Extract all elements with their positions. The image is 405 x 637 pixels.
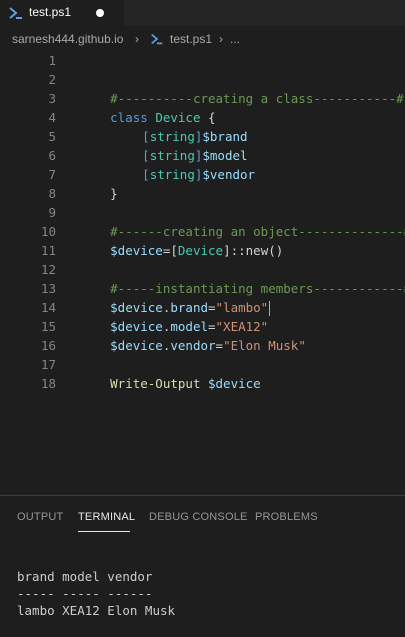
tab-bar: test.ps1 (0, 0, 405, 26)
active-tab-underline (78, 531, 130, 532)
code-line-9: #------creating an object--------------# (110, 224, 405, 239)
line-number: 9 (48, 205, 56, 220)
line-number: 1 (48, 53, 56, 68)
code-line-17: Write-Output $device (110, 376, 261, 391)
breadcrumb-file[interactable]: test.ps1 (170, 32, 212, 46)
line-number: 2 (48, 72, 56, 87)
line-number: 11 (40, 243, 56, 258)
line-number: 6 (48, 148, 56, 163)
code-line-6: [string]$vendor (142, 167, 256, 182)
code-line-2: #----------creating a class-----------# (110, 91, 404, 106)
line-number: 5 (48, 129, 56, 144)
tab-terminal[interactable]: TERMINAL (78, 511, 135, 523)
editor-tab-test-ps1[interactable]: test.ps1 (0, 0, 124, 26)
line-number: 14 (40, 300, 56, 315)
code-line-7: } (110, 186, 118, 201)
unsaved-dot-icon[interactable] (96, 9, 104, 17)
line-number: 15 (40, 319, 56, 334)
code-line-14: $device.model="XEA12" (110, 319, 269, 334)
terminal-line: ----- ----- ------ (17, 586, 153, 601)
code-line-5: [string]$model (142, 148, 248, 163)
terminal-output[interactable]: brand model vendor ----- ----- ------ la… (17, 568, 175, 619)
tab-problems[interactable]: PROBLEMS (255, 511, 318, 523)
powershell-file-icon (151, 33, 163, 45)
code-line-10: $device=[Device]::new() (110, 243, 284, 258)
line-number: 10 (40, 224, 56, 239)
line-number: 8 (48, 186, 56, 201)
powershell-file-icon (9, 7, 22, 19)
line-number: 17 (40, 357, 56, 372)
line-number: 13 (40, 281, 56, 296)
line-number: 12 (40, 262, 56, 277)
chevron-right-icon: › (219, 32, 223, 46)
terminal-line: brand model vendor (17, 569, 153, 584)
code-line-15: $device.vendor="Elon Musk" (110, 338, 306, 353)
breadcrumb: sarnesh444.github.io › test.ps1 › ... (0, 26, 405, 50)
line-number: 16 (40, 338, 56, 353)
terminal-line: lambo XEA12 Elon Musk (17, 603, 176, 618)
code-line-4: [string]$brand (142, 129, 248, 144)
code-line-13: $device.brand="lambo" (110, 300, 271, 316)
line-number: 4 (48, 110, 56, 125)
panel-tab-bar: OUTPUT TERMINAL DEBUG CONSOLE PROBLEMS (0, 496, 405, 534)
line-number: 3 (48, 91, 56, 106)
chevron-right-icon: › (135, 32, 139, 46)
line-number: 7 (48, 167, 56, 182)
code-editor[interactable]: 1 2 3 4 5 6 7 8 9 10 11 12 13 14 15 16 17 18 #----------c… (0, 50, 405, 495)
breadcrumb-more[interactable]: ... (230, 32, 240, 46)
text-cursor (269, 301, 271, 316)
line-number: 18 (40, 376, 56, 391)
tab-debug-console[interactable]: DEBUG CONSOLE (149, 511, 248, 523)
breadcrumb-folder[interactable]: sarnesh444.github.io (12, 32, 123, 46)
tab-label: test.ps1 (29, 5, 72, 19)
tab-output[interactable]: OUTPUT (17, 511, 63, 523)
code-line-3: class Device { (110, 110, 216, 125)
code-line-12: #-----instantiating members------------# (110, 281, 405, 296)
